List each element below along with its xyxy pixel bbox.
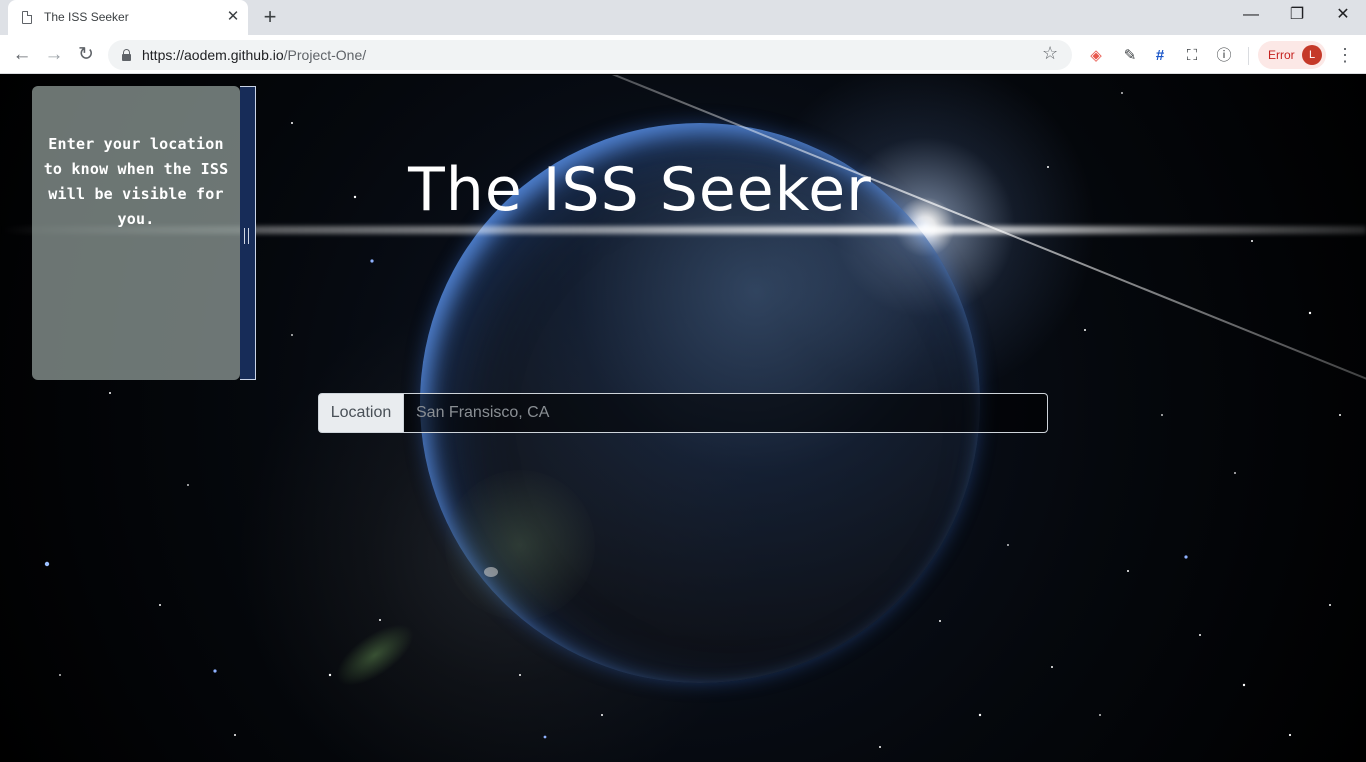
grip-icon: [244, 228, 249, 244]
screenshot-extension-icon[interactable]: ⛶: [1182, 46, 1202, 66]
page-icon: [22, 11, 32, 24]
lock-icon[interactable]: [122, 49, 131, 61]
eyedropper-extension-icon[interactable]: ✎: [1120, 46, 1140, 66]
lens-flare-ring: [445, 470, 595, 620]
minimize-button[interactable]: —: [1228, 0, 1274, 30]
close-icon[interactable]: ✕: [224, 8, 242, 26]
reload-button[interactable]: ↻: [72, 41, 100, 69]
profile-error-button[interactable]: Error L: [1258, 41, 1326, 69]
back-button[interactable]: ←: [8, 41, 36, 69]
avatar: L: [1302, 45, 1322, 65]
restore-button[interactable]: ❐: [1274, 0, 1320, 30]
address-bar[interactable]: https://aodem.github.io/Project-One/ ☆: [108, 40, 1072, 70]
url-host: https://aodem.github.io: [142, 47, 284, 63]
close-window-button[interactable]: ✕: [1320, 0, 1366, 30]
url-text[interactable]: https://aodem.github.io/Project-One/: [142, 47, 366, 63]
info-panel: Enter your location to know when the ISS…: [32, 86, 240, 380]
browser-toolbar: ← → ↻ https://aodem.github.io/Project-On…: [0, 35, 1366, 74]
tab-title: The ISS Seeker: [44, 10, 129, 24]
lens-flare-dot: [484, 567, 498, 577]
new-tab-button[interactable]: +: [258, 5, 282, 29]
bookmark-star-icon[interactable]: ☆: [1042, 43, 1058, 64]
location-input-group: Location: [318, 393, 1048, 433]
location-input[interactable]: [403, 393, 1048, 433]
page-title: The ISS Seeker: [408, 155, 872, 225]
location-label: Location: [318, 393, 404, 433]
more-menu-icon[interactable]: ⋮: [1334, 41, 1356, 69]
extension-cast-icon[interactable]: ◈: [1086, 46, 1106, 66]
error-label: Error: [1268, 48, 1295, 62]
page-background: Enter your location to know when the ISS…: [0, 75, 1366, 762]
browser-tab[interactable]: The ISS Seeker ✕: [8, 0, 248, 35]
tab-strip: The ISS Seeker ✕ + — ❐ ✕: [0, 0, 1366, 35]
panel-toggle-handle[interactable]: [240, 86, 256, 380]
grid-extension-icon[interactable]: #: [1150, 46, 1170, 66]
toolbar-divider: [1248, 47, 1249, 65]
info-text: Enter your location to know when the ISS…: [43, 135, 229, 228]
info-extension-icon[interactable]: ⓘ: [1214, 46, 1234, 66]
forward-button[interactable]: →: [40, 41, 68, 69]
url-path: /Project-One/: [283, 47, 367, 63]
